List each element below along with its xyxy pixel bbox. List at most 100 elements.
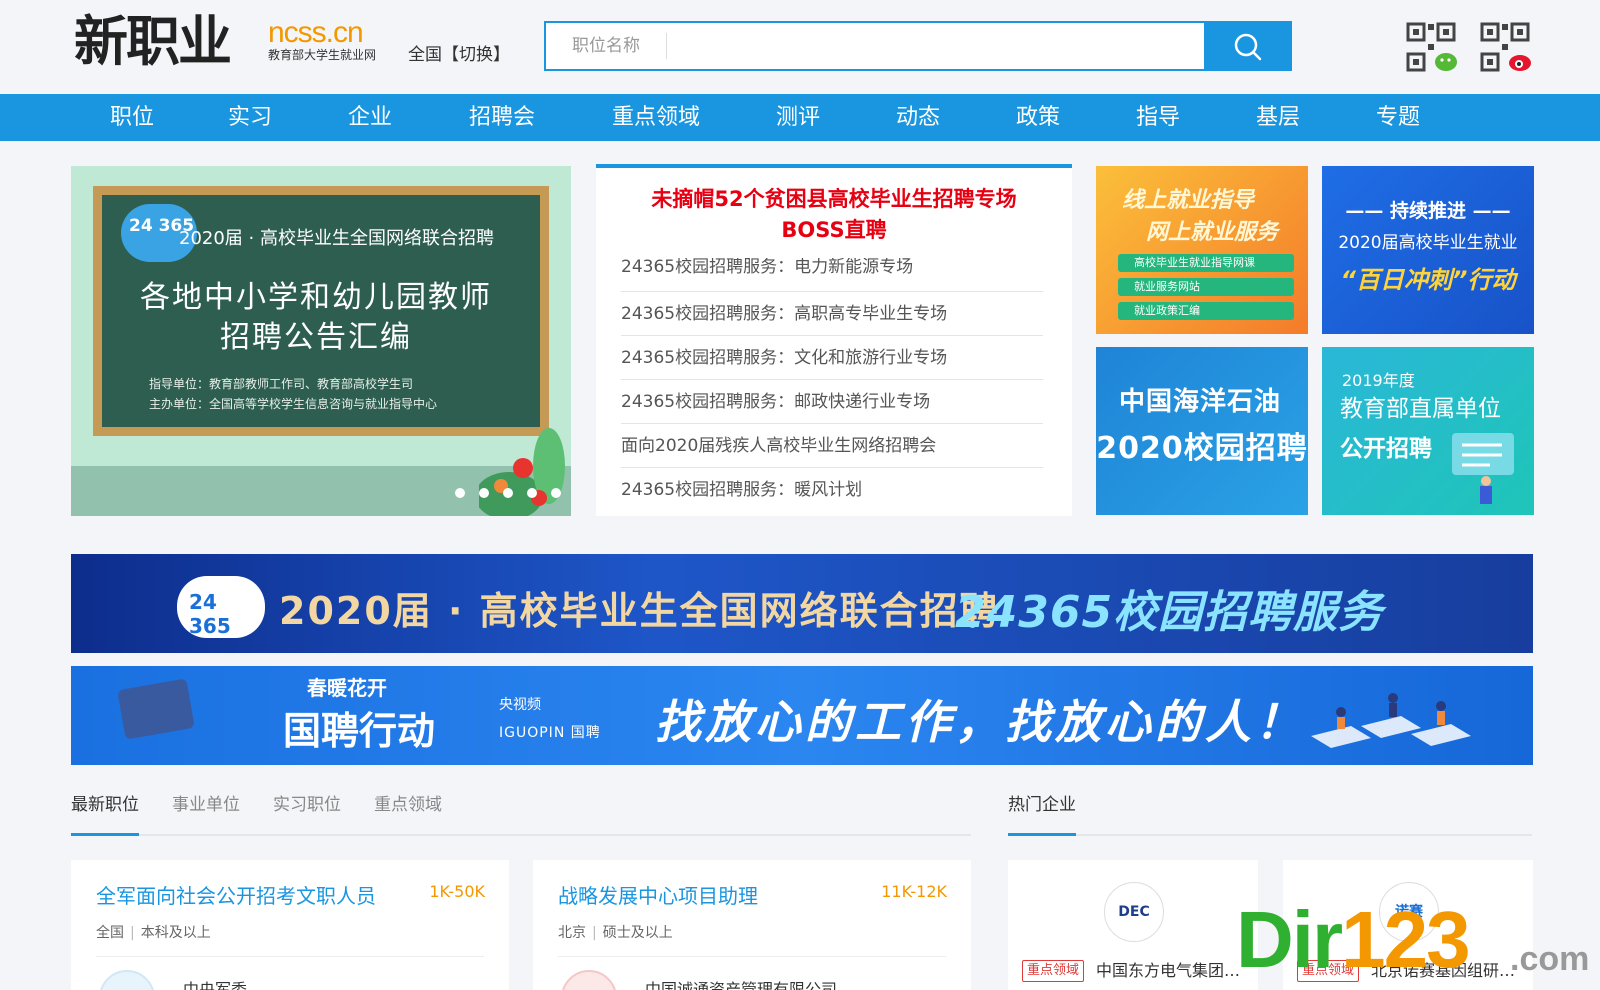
carousel-big-title: 各地中小学和幼儿园教师 招聘公告汇编 — [111, 278, 521, 358]
job-card[interactable]: 战略发展中心项目助理 11K-12K 北京 | 硕士及以上 中国诚通资产管理有限公司 — [533, 860, 971, 990]
banner1-subtitle: 24365校园招聘服务 — [955, 587, 1384, 638]
meta-separator: | — [592, 925, 597, 941]
main-nav: 职位 实习 企业 招聘会 重点领域 测评 动态 政策 指导 基层 专题 — [0, 94, 1600, 141]
meta-separator: | — [130, 925, 135, 941]
search-divider — [666, 33, 667, 59]
nav-item-jobs[interactable]: 职位 — [96, 94, 168, 141]
watermark: Dir123 — [1236, 900, 1471, 980]
tile-line: 网上就业服务 — [1145, 220, 1278, 245]
presentation-illustration — [1452, 433, 1514, 504]
news-headline-line2: BOSS直聘 — [781, 218, 887, 242]
banner-24365[interactable]: 24 365 2020届 · 高校毕业生全国网络联合招聘 24365校园招聘服务 — [71, 554, 1533, 653]
weibo-qr-icon[interactable] — [1480, 22, 1532, 74]
search-icon — [1234, 33, 1262, 61]
cctv-logo: 央视频 — [499, 697, 541, 713]
logo-subtitle: 教育部大学生就业网 — [268, 48, 377, 62]
news-item[interactable]: 24365校园招聘服务：高职高专毕业生专场 — [621, 292, 1043, 336]
news-headline[interactable]: 未摘帽52个贫困县高校毕业生招聘专场 BOSS直聘 — [596, 184, 1072, 246]
carousel-dot[interactable] — [479, 488, 489, 498]
company-name[interactable]: 中国东方电气集团有限公司 — [1096, 960, 1244, 982]
banner2-subtitle: 春暖花开 — [307, 676, 387, 700]
site-logo[interactable]: 新职业 — [74, 10, 264, 72]
banner2-main-title: 国聘行动 — [283, 709, 436, 753]
carousel-small-title: 2020届 · 高校毕业生全国网络联合招聘 — [179, 228, 494, 249]
nav-item-policy[interactable]: 政策 — [1002, 94, 1074, 141]
company-logo: DEC — [1104, 882, 1164, 942]
tile-line: —— 持续推进 —— — [1345, 200, 1511, 222]
news-item[interactable]: 24365校园招聘服务：邮政快递行业专场 — [621, 380, 1043, 424]
carousel-dot[interactable] — [455, 488, 465, 498]
hot-companies-title[interactable]: 热门企业 — [1008, 796, 1076, 836]
nav-item-internship[interactable]: 实习 — [214, 94, 286, 141]
promo-tile-100-days[interactable]: —— 持续推进 —— 2020届高校毕业生就业 “百日冲刺”行动 — [1322, 166, 1534, 334]
job-company[interactable]: 中央军委 — [183, 976, 247, 990]
job-meta: 全国 | 本科及以上 — [96, 922, 211, 942]
tab-latest-jobs[interactable]: 最新职位 — [71, 796, 139, 836]
wechat-qr-icon[interactable] — [1406, 22, 1458, 74]
tab-key-fields[interactable]: 重点领域 — [374, 796, 442, 836]
job-meta: 北京 | 硕士及以上 — [558, 922, 673, 942]
hero-carousel[interactable]: 24 365 2020届 · 高校毕业生全国网络联合招聘 各地中小学和幼儿园教师… — [71, 166, 571, 516]
search-input[interactable] — [546, 23, 1206, 69]
company-logo — [99, 970, 155, 990]
news-item[interactable]: 24365校园招聘服务：暖风计划 — [621, 468, 1043, 512]
region-switch[interactable]: 全国【切换】 — [408, 44, 510, 66]
job-title[interactable]: 战略发展中心项目助理 — [558, 880, 758, 909]
divider — [96, 956, 484, 957]
news-item[interactable]: 24365校园招聘服务：电力新能源专场 — [621, 258, 1043, 292]
flowers-illustration — [479, 428, 565, 516]
nav-item-guidance[interactable]: 指导 — [1122, 94, 1194, 141]
carousel-dot[interactable] — [551, 488, 561, 498]
nav-item-topics[interactable]: 专题 — [1362, 94, 1434, 141]
tab-public-institutions[interactable]: 事业单位 — [172, 796, 240, 836]
job-location: 全国 — [96, 925, 124, 941]
promo-tile-online-guidance[interactable]: 线上就业指导 网上就业服务 高校毕业生就业指导网课 就业服务网站 就业政策汇编 — [1096, 166, 1308, 334]
job-company[interactable]: 中国诚通资产管理有限公司 — [645, 976, 837, 990]
carousel-note-host: 主办单位：全国高等学校学生信息咨询与就业指导中心 — [149, 397, 438, 411]
job-tabs: 最新职位 事业单位 实习职位 重点领域 — [71, 796, 971, 836]
logo-site[interactable]: ncss.cn — [268, 18, 364, 48]
banner1-title: 2020届 · 高校毕业生全国网络联合招聘 — [279, 589, 1000, 633]
nav-item-key-fields[interactable]: 重点领域 — [604, 94, 708, 141]
promo-tile-moe-recruit[interactable]: 2019年度 教育部直属单位 公开招聘 — [1322, 347, 1534, 515]
tab-internships[interactable]: 实习职位 — [273, 796, 341, 836]
job-education: 本科及以上 — [140, 925, 211, 941]
nav-item-grassroots[interactable]: 基层 — [1242, 94, 1314, 141]
carousel-dot[interactable] — [503, 488, 513, 498]
tile-line: 教育部直属单位 — [1340, 396, 1501, 422]
job-title[interactable]: 全军面向社会公开招考文职人员 — [96, 880, 376, 909]
company-logo — [561, 970, 617, 990]
banner-guopin[interactable]: 春暖花开 国聘行动 央视频 IGUOPIN 国聘 找放心的工作，找放心的人！ — [71, 666, 1533, 765]
nav-item-news[interactable]: 动态 — [882, 94, 954, 141]
news-list: 24365校园招聘服务：电力新能源专场 24365校园招聘服务：高职高专毕业生专… — [621, 258, 1043, 512]
job-education: 硕士及以上 — [602, 925, 673, 941]
tile-line: 2019年度 — [1342, 371, 1415, 390]
carousel-big-title-line1: 各地中小学和幼儿园教师 — [140, 280, 492, 315]
job-card[interactable]: 全军面向社会公开招考文职人员 1K-50K 全国 | 本科及以上 中央军委 — [71, 860, 509, 990]
carousel-note-guide: 指导单位：教育部教师工作司、教育部高校学生司 — [149, 377, 414, 391]
job-salary: 1K-50K — [429, 882, 485, 901]
tile-pill: 就业政策汇编 — [1118, 302, 1294, 320]
site-header: 新职业 ncss.cn 教育部大学生就业网 全国【切换】 — [0, 0, 1600, 94]
news-headline-line1: 未摘帽52个贫困县高校毕业生招聘专场 — [651, 187, 1017, 211]
search-button[interactable] — [1204, 21, 1292, 71]
company-card[interactable]: DEC 重点领域 中国东方电气集团有限公司 — [1008, 860, 1258, 990]
tile-pill: 就业服务网站 — [1118, 278, 1294, 296]
carousel-notes: 指导单位：教育部教师工作司、教育部高校学生司 主办单位：全国高等学校学生信息咨询… — [149, 374, 437, 414]
nav-item-companies[interactable]: 企业 — [334, 94, 406, 141]
promo-tile-cnooc[interactable]: 中国海洋石油 2020校园招聘 — [1096, 347, 1308, 515]
news-panel: 未摘帽52个贫困县高校毕业生招聘专场 BOSS直聘 24365校园招聘服务：电力… — [596, 164, 1072, 516]
news-item[interactable]: 面向2020届残疾人高校毕业生网络招聘会 — [621, 424, 1043, 468]
tile-line: “百日冲刺”行动 — [1340, 266, 1516, 294]
news-item[interactable]: 24365校园招聘服务：文化和旅游行业专场 — [621, 336, 1043, 380]
nav-item-job-fairs[interactable]: 招聘会 — [462, 94, 542, 141]
watermark-suffix: .com — [1510, 940, 1590, 978]
divider — [558, 956, 946, 957]
carousel-dot[interactable] — [527, 488, 537, 498]
tile-line: 线上就业指导 — [1121, 188, 1254, 213]
nav-item-assessment[interactable]: 测评 — [762, 94, 834, 141]
job-location: 北京 — [558, 925, 586, 941]
people-illustration — [1311, 693, 1471, 748]
24365-logo-text: 24 365 — [189, 590, 231, 638]
job-salary: 11K-12K — [881, 882, 947, 901]
